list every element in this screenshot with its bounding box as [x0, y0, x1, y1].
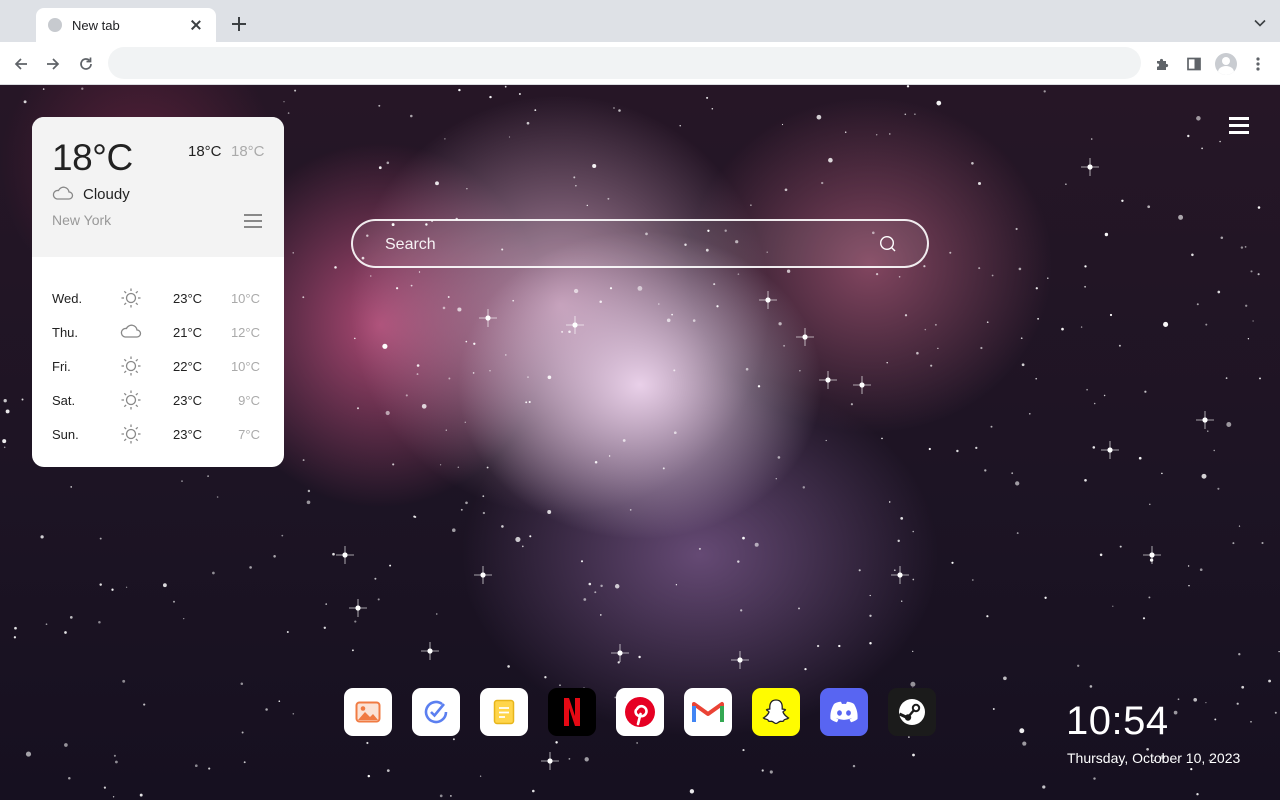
photos-app-icon[interactable] [344, 688, 392, 736]
forecast-day: Sat. [52, 393, 76, 408]
profile-button[interactable] [1213, 51, 1239, 77]
forward-button[interactable] [40, 51, 66, 77]
cloud-icon [52, 186, 74, 200]
forecast-row: Fri. 22°C 10°C [32, 350, 284, 384]
forecast-day: Thu. [52, 325, 79, 340]
tab-favicon-icon [48, 18, 62, 32]
forecast-row: Sun. 23°C 7°C [32, 418, 284, 452]
reload-icon [80, 57, 92, 70]
chevron-down-icon [1254, 19, 1266, 27]
forecast-low: 10°C [230, 359, 260, 374]
puzzle-icon [1157, 58, 1169, 70]
weather-menu-button[interactable] [244, 213, 262, 229]
task-app-icon[interactable] [412, 688, 460, 736]
search-icon[interactable] [879, 235, 897, 253]
sun-icon [120, 287, 142, 312]
forecast-low: 12°C [230, 325, 260, 340]
weather-forecast: Wed. 23°C 10°C Thu. 21°C 12°C Fri. 22°C 10°C Sat.… [32, 282, 284, 452]
forecast-row: Thu. 21°C 12°C [32, 316, 284, 350]
clock-date: Thursday, October 10, 2023 [1067, 750, 1241, 766]
new-tab-button[interactable] [228, 13, 250, 35]
forecast-day: Fri. [52, 359, 71, 374]
search-input[interactable] [383, 233, 867, 257]
forecast-low: 7°C [238, 427, 260, 442]
tab-new-tab[interactable]: New tab [36, 8, 216, 42]
tab-strip: New tab [0, 0, 1280, 42]
arrow-right-icon [47, 58, 60, 70]
weather-current: 18°C 18°C 18°C Cloudy New York [32, 117, 284, 257]
today-low: 18°C [231, 143, 265, 160]
clock-time: 10:54 [1066, 699, 1169, 743]
page-menu-button[interactable] [1229, 117, 1249, 135]
browser-toolbar [0, 42, 1280, 85]
arrow-left-icon [14, 58, 27, 70]
tab-search-button[interactable] [1254, 16, 1266, 28]
side-panel-button[interactable] [1181, 51, 1207, 77]
tab-close-icon[interactable] [188, 17, 204, 33]
forecast-high: 23°C [173, 427, 203, 442]
forecast-low: 10°C [230, 291, 260, 306]
gmail-app-icon[interactable] [684, 688, 732, 736]
current-temperature: 18°C [52, 137, 133, 178]
forecast-row: Wed. 23°C 10°C [32, 282, 284, 316]
new-tab-page: 18°C 18°C 18°C Cloudy New York Wed. 23°C 1… [0, 85, 1280, 800]
forecast-high: 23°C [173, 291, 203, 306]
forecast-row: Sat. 23°C 9°C [32, 384, 284, 418]
tab-title: New tab [72, 17, 120, 33]
pinterest-app-icon[interactable] [616, 688, 664, 736]
snapchat-app-icon[interactable] [752, 688, 800, 736]
forecast-high: 22°C [173, 359, 203, 374]
side-panel-icon [1187, 57, 1201, 71]
reload-button[interactable] [73, 51, 99, 77]
avatar [1215, 53, 1237, 75]
forecast-low: 9°C [238, 393, 260, 408]
weather-condition: Cloudy [83, 186, 130, 203]
kebab-menu-icon [1256, 57, 1260, 71]
forecast-day: Sun. [52, 427, 79, 442]
today-high: 18°C [188, 143, 222, 160]
forecast-high: 23°C [173, 393, 203, 408]
weather-city: New York [52, 212, 112, 228]
forecast-high: 21°C [173, 325, 203, 340]
address-bar[interactable] [108, 47, 1141, 79]
weather-widget: 18°C 18°C 18°C Cloudy New York Wed. 23°C 1… [32, 117, 284, 467]
notes-app-icon[interactable] [480, 688, 528, 736]
sun-icon [120, 355, 142, 380]
search-box[interactable] [351, 219, 929, 268]
discord-app-icon[interactable] [820, 688, 868, 736]
sun-icon [120, 423, 142, 448]
forecast-day: Wed. [52, 291, 83, 306]
sun-icon [120, 389, 142, 414]
browser-menu-button[interactable] [1245, 51, 1271, 77]
back-button[interactable] [8, 51, 34, 77]
steam-app-icon[interactable] [888, 688, 936, 736]
extensions-button[interactable] [1149, 51, 1175, 77]
netflix-app-icon[interactable] [548, 688, 596, 736]
cloud-icon [120, 321, 142, 346]
